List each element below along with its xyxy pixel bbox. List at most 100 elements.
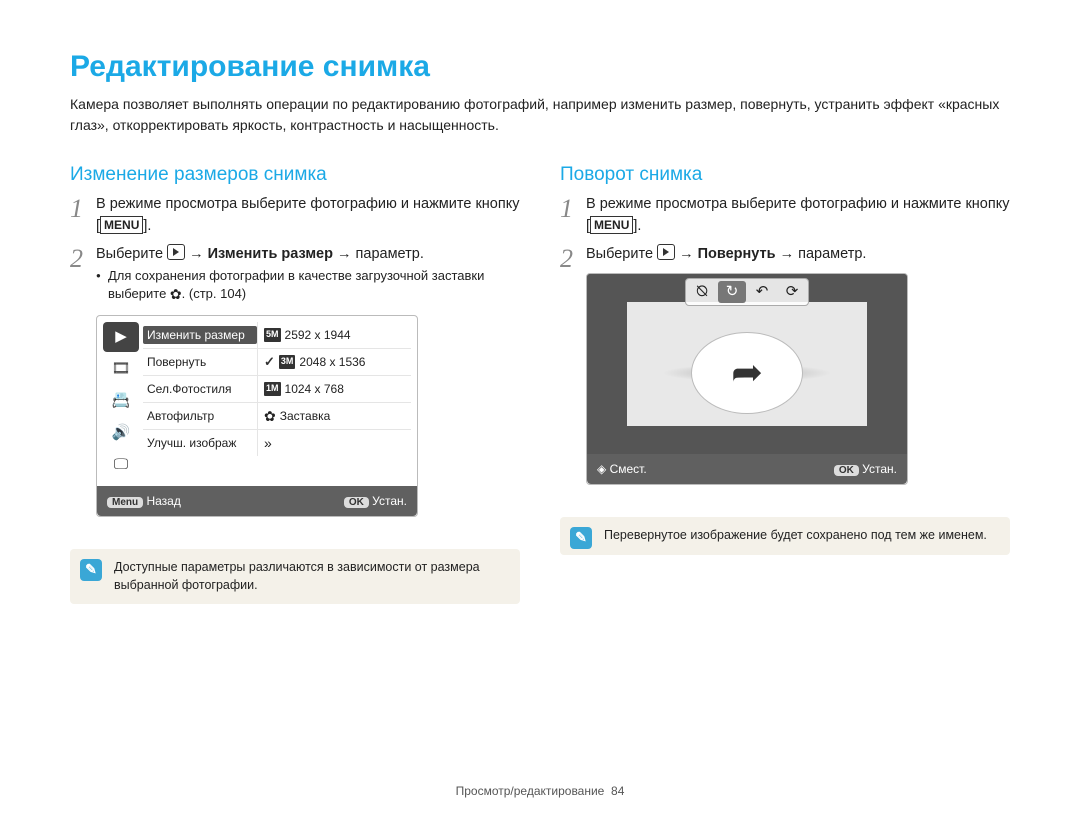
rotate-toolbar: ⦰ ↻ ↶ ⟳ [685, 278, 809, 306]
rotate-flip-icon[interactable]: ⟳ [778, 281, 806, 303]
step2-bold: Изменить размер [208, 246, 333, 262]
rotate-off-icon[interactable]: ⦰ [688, 281, 716, 303]
ok-key-pill: OK [834, 465, 859, 476]
ok-key-pill: OK [344, 497, 369, 508]
tab-display-icon[interactable]: 🖵 [103, 450, 139, 480]
note-text: Перевернутое изображение будет сохранено… [604, 528, 987, 542]
note-rotate: ✎ Перевернутое изображение будет сохране… [560, 517, 1010, 555]
size-tag: 5M [264, 328, 281, 342]
rotate-preview-screenshot: ⦰ ↻ ↶ ⟳ ➦ ◈ Смест. OK [586, 273, 908, 485]
left-column: Изменение размеров снимка 1 В режиме про… [70, 164, 520, 604]
size-option-startup[interactable]: ✿Заставка [257, 403, 411, 429]
menu-item-label: Сел.Фотостиля [143, 380, 257, 398]
menu-item-resize[interactable]: Изменить размер 5M 2592 x 1944 [143, 322, 411, 349]
tab-print-icon[interactable]: 📇 [103, 386, 139, 416]
menu-item-label: Повернуть [143, 353, 257, 371]
check-icon: ✓ [264, 352, 275, 372]
camera-menu-screenshot: ▶ 🎞 📇 🔊 🖵 Изменить размер 5M 2592 x 1944 [96, 315, 418, 517]
menu-item-label: Улучш. изображ [143, 434, 257, 452]
step1-text-a: В режиме просмотра выберите фотографию и… [96, 196, 519, 234]
menu-item-enhance[interactable]: Улучш. изображ » [143, 430, 411, 456]
step-body: В режиме просмотра выберите фотографию и… [96, 194, 520, 238]
step-1: 1 В режиме просмотра выберите фотографию… [560, 194, 1010, 238]
step-2: 2 Выберите → Изменить размер → параметр.… [70, 244, 520, 532]
footer-right-label: Устан. [862, 462, 897, 476]
menu-key: MENU [590, 216, 633, 234]
size-label: Заставка [280, 407, 331, 425]
size-option-3m[interactable]: ✓ 3M2048 x 1536 [257, 349, 411, 375]
menu-item-label: Изменить размер [143, 326, 257, 344]
footer-left: ◈ Смест. [597, 460, 647, 478]
size-tag: 1M [264, 382, 281, 396]
size-label: 2592 x 1944 [285, 326, 351, 344]
camera-menu-body: ▶ 🎞 📇 🔊 🖵 Изменить размер 5M 2592 x 1944 [97, 316, 417, 486]
step-number: 1 [560, 194, 586, 238]
step1-text-a: В режиме просмотра выберите фотографию и… [586, 196, 1009, 234]
rotate-indicator: ➦ [691, 332, 803, 414]
size-tag: 3M [279, 355, 296, 369]
step1-text-b: ]. [143, 218, 151, 234]
menu-key-pill: Menu [107, 497, 143, 508]
step2-text-a: Выберите [586, 246, 657, 262]
footer-section: Просмотр/редактирование [456, 784, 605, 798]
step2-arrow: → [675, 246, 698, 262]
startup-image-icon: ✿ [264, 406, 276, 427]
page-footer: Просмотр/редактирование 84 [70, 784, 1010, 798]
step2-bold: Повернуть [698, 246, 776, 262]
camera-menu-lists: Изменить размер 5M 2592 x 1944 Повернуть … [139, 322, 411, 480]
note-icon: ✎ [80, 559, 102, 581]
menu-key: MENU [100, 216, 143, 234]
note-resize: ✎ Доступные параметры различаются в зави… [70, 549, 520, 604]
step2-text-c: → параметр. [333, 246, 424, 262]
step-1: 1 В режиме просмотра выберите фотографию… [70, 194, 520, 238]
page-title: Редактирование снимка [70, 50, 1010, 84]
tab-movie-icon[interactable]: 🎞 [103, 354, 139, 384]
step1-text-b: ]. [633, 218, 641, 234]
right-column: Поворот снимка 1 В режиме просмотра выбе… [560, 164, 1010, 604]
step2-text-a: Выберите [96, 246, 167, 262]
menu-item-autofilter[interactable]: Автофильтр ✿Заставка [143, 403, 411, 430]
step2-text-c: → параметр. [776, 246, 867, 262]
rotate-stage: ⦰ ↻ ↶ ⟳ ➦ [587, 274, 907, 454]
step-2: 2 Выберите → Повернуть → параметр. ⦰ ↻ ↶… [560, 244, 1010, 500]
footer-page-number: 84 [611, 784, 624, 798]
footer-right: OK Устан. [344, 492, 407, 510]
step-body: В режиме просмотра выберите фотографию и… [586, 194, 1010, 238]
footer-left-label: Назад [146, 494, 180, 508]
size-option-5m[interactable]: 5M 2592 x 1944 [257, 322, 411, 348]
play-icon [657, 244, 675, 260]
size-label: 2048 x 1536 [299, 353, 365, 371]
menu-item-photostyle[interactable]: Сел.Фотостиля 1M 1024 x 768 [143, 376, 411, 403]
note-text: Доступные параметры различаются в зависи… [114, 560, 480, 592]
sub-b: . (стр. 104) [182, 286, 246, 301]
size-label: 1024 x 768 [285, 380, 344, 398]
step-number: 1 [70, 194, 96, 238]
rotate-section-title: Поворот снимка [560, 164, 1010, 186]
step-body: Выберите → Изменить размер → параметр. Д… [96, 244, 520, 532]
step2-note: Для сохранения фотографии в качестве заг… [96, 267, 520, 305]
step-number: 2 [70, 244, 96, 532]
step2-arrow: → [185, 246, 208, 262]
footer-left: Menu Назад [107, 492, 181, 510]
size-option-1m[interactable]: 1M 1024 x 768 [257, 376, 411, 402]
tab-sound-icon[interactable]: 🔊 [103, 418, 139, 448]
columns: Изменение размеров снимка 1 В режиме про… [70, 164, 1010, 604]
menu-item-label: Автофильтр [143, 407, 257, 425]
footer-right-label: Устан. [372, 494, 407, 508]
menu-item-rotate[interactable]: Повернуть ✓ 3M2048 x 1536 [143, 349, 411, 376]
rotate-right-icon[interactable]: ↻ [718, 281, 746, 303]
step-number: 2 [560, 244, 586, 500]
tab-play-icon[interactable]: ▶ [103, 322, 139, 352]
camera-menu-footer: Menu Назад OK Устан. [97, 486, 417, 516]
camera-tabs: ▶ 🎞 📇 🔊 🖵 [103, 322, 139, 480]
scroll-down-icon[interactable]: » [257, 430, 411, 456]
resize-section-title: Изменение размеров снимка [70, 164, 520, 186]
rotate-left-icon[interactable]: ↶ [748, 281, 776, 303]
big-rotate-arrow-icon: ➦ [731, 345, 763, 402]
manual-page: Редактирование снимка Камера позволяет в… [0, 0, 1080, 828]
page-intro: Камера позволяет выполнять операции по р… [70, 94, 1010, 136]
startup-image-icon: ✿ [170, 285, 182, 305]
note-icon: ✎ [570, 527, 592, 549]
step-body: Выберите → Повернуть → параметр. ⦰ ↻ ↶ ⟳ [586, 244, 1010, 500]
footer-right: OK Устан. [834, 460, 897, 478]
